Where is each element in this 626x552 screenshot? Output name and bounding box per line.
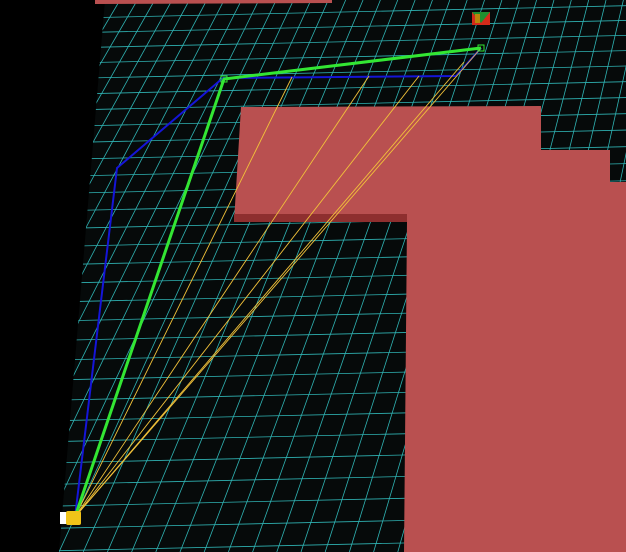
obstacle-upper-block-edge (234, 214, 407, 222)
grid-line (0, 0, 51, 552)
grid-line (0, 0, 16, 552)
grid-line (59, 0, 69, 552)
start-robot-icon (60, 511, 81, 525)
grid-line (0, 0, 33, 552)
scene-canvas (0, 0, 626, 552)
goal-flag-icon (472, 12, 490, 25)
simulation-viewport[interactable] (0, 0, 626, 552)
